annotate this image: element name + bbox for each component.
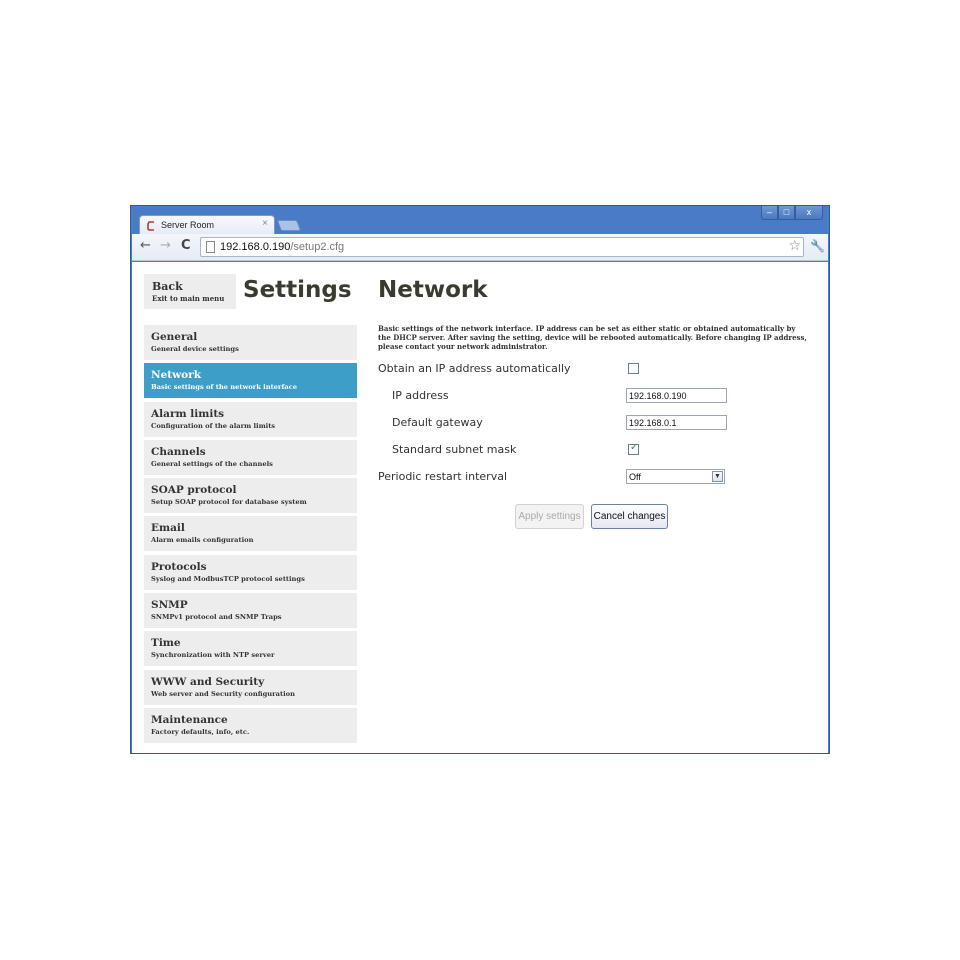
page-viewport: Back Exit to main menu Settings General …	[132, 262, 828, 753]
ip-row: IP address 192.168.0.190	[378, 387, 818, 407]
url-text: 192.168.0.190/setup2.cfg	[220, 241, 345, 253]
default-gateway-label: Default gateway	[392, 416, 483, 429]
restart-interval-label: Periodic restart interval	[378, 470, 508, 483]
back-button[interactable]: Back Exit to main menu	[144, 274, 236, 309]
ip-address-label: IP address	[392, 389, 449, 402]
menu-item-general[interactable]: General General device settings	[144, 325, 357, 360]
menu-item-subtitle: Alarm emails configuration	[151, 536, 254, 545]
tab-close-icon[interactable]: ×	[262, 218, 268, 229]
menu-item-title: General	[151, 331, 198, 343]
subnet-row: Standard subnet mask ✓	[378, 441, 818, 461]
menu-item-soap-protocol[interactable]: SOAP protocol Setup SOAP protocol for da…	[144, 478, 357, 514]
back-button-label: Back	[152, 280, 183, 293]
dhcp-row: Obtain an IP address automatically	[378, 360, 818, 380]
cancel-changes-button[interactable]: Cancel changes	[591, 504, 668, 529]
menu-item-title: Time	[151, 637, 181, 650]
restart-row: Periodic restart interval Off ▼	[378, 468, 818, 488]
dhcp-checkbox[interactable]	[628, 363, 639, 374]
menu-item-subtitle: General device settings	[151, 345, 239, 353]
title-bar: Server Room × – □ x	[131, 206, 829, 236]
back-button-sublabel: Exit to main menu	[152, 294, 225, 303]
tab-title: Server Room	[161, 220, 215, 230]
menu-item-title: Protocols	[151, 560, 207, 573]
menu-item-subtitle: Configuration of the alarm limits	[151, 421, 276, 430]
network-settings-panel: Network Basic settings of the network in…	[378, 262, 818, 753]
new-tab-button[interactable]	[276, 220, 302, 231]
default-gateway-input[interactable]: 192.168.0.1	[626, 415, 727, 430]
restart-interval-value: Off	[629, 472, 641, 482]
subnet-mask-label: Standard subnet mask	[392, 443, 517, 456]
wrench-icon[interactable]: 🔧	[810, 239, 825, 253]
menu-item-title: SNMP	[151, 599, 188, 612]
favicon-icon	[147, 221, 154, 231]
close-window-button[interactable]: x	[795, 206, 823, 220]
bookmark-star-icon[interactable]: ☆	[788, 238, 801, 254]
minimize-button[interactable]: –	[761, 206, 778, 220]
menu-item-www-security[interactable]: WWW and Security Web server and Security…	[144, 669, 357, 705]
menu-item-time[interactable]: Time Synchronization with NTP server	[144, 631, 357, 667]
menu-item-subtitle: General settings of the channels	[151, 459, 273, 468]
menu-item-snmp[interactable]: SNMP SNMPv1 protocol and SNMP Traps	[144, 593, 357, 629]
menu-item-title: Email	[151, 522, 185, 535]
menu-item-subtitle: Factory defaults, info, etc.	[151, 727, 250, 736]
maximize-button[interactable]: □	[778, 206, 795, 220]
page-description: Basic settings of the network interface.…	[378, 324, 807, 351]
chevron-down-icon: ▼	[712, 471, 723, 482]
apply-settings-button[interactable]: Apply settings	[515, 504, 584, 529]
page-title: Network	[378, 277, 488, 303]
menu-item-subtitle: SNMPv1 protocol and SNMP Traps	[151, 613, 282, 622]
browser-tab[interactable]: Server Room ×	[139, 215, 275, 236]
forward-arrow-icon[interactable]: →	[160, 238, 171, 253]
restart-interval-select[interactable]: Off ▼	[626, 469, 725, 484]
gateway-row: Default gateway 192.168.0.1	[378, 414, 818, 434]
menu-item-title: Maintenance	[151, 713, 228, 726]
settings-menu: General General device settings Network …	[144, 325, 357, 746]
menu-item-title: Network	[151, 369, 201, 382]
subnet-mask-checkbox[interactable]: ✓	[628, 442, 639, 455]
reload-icon[interactable]: C	[181, 238, 191, 253]
menu-item-channels[interactable]: Channels General settings of the channel…	[144, 439, 357, 475]
menu-item-email[interactable]: Email Alarm emails configuration	[144, 516, 357, 552]
back-arrow-icon[interactable]: ←	[140, 238, 151, 253]
menu-item-maintenance[interactable]: Maintenance Factory defaults, info, etc.	[144, 707, 357, 743]
ip-address-input[interactable]: 192.168.0.190	[626, 388, 727, 403]
menu-item-alarm-limits[interactable]: Alarm limits Configuration of the alarm …	[144, 401, 357, 437]
menu-item-subtitle: Basic settings of the network interface	[151, 383, 297, 392]
dhcp-label: Obtain an IP address automatically	[378, 362, 571, 375]
menu-item-title: Alarm limits	[151, 407, 225, 420]
menu-item-title: Channels	[151, 445, 206, 458]
address-bar[interactable]: 192.168.0.190/setup2.cfg ☆	[200, 237, 804, 257]
browser-window: Server Room × – □ x ← → C 192.168.0.190/…	[130, 205, 830, 754]
menu-item-subtitle: Synchronization with NTP server	[151, 651, 275, 660]
browser-toolbar: ← → C 192.168.0.190/setup2.cfg ☆ 🔧	[132, 234, 828, 261]
settings-heading: Settings	[243, 277, 352, 303]
menu-item-protocols[interactable]: Protocols Syslog and ModbusTCP protocol …	[144, 554, 357, 590]
page-icon	[206, 241, 215, 253]
menu-item-subtitle: Setup SOAP protocol for database system	[151, 498, 307, 507]
checkmark-icon: ✓	[630, 442, 639, 453]
menu-item-subtitle: Web server and Security configuration	[151, 689, 295, 698]
menu-item-network[interactable]: Network Basic settings of the network in…	[144, 363, 357, 399]
menu-item-title: WWW and Security	[151, 675, 265, 688]
menu-item-subtitle: Syslog and ModbusTCP protocol settings	[151, 574, 305, 583]
menu-item-title: SOAP protocol	[151, 484, 237, 497]
